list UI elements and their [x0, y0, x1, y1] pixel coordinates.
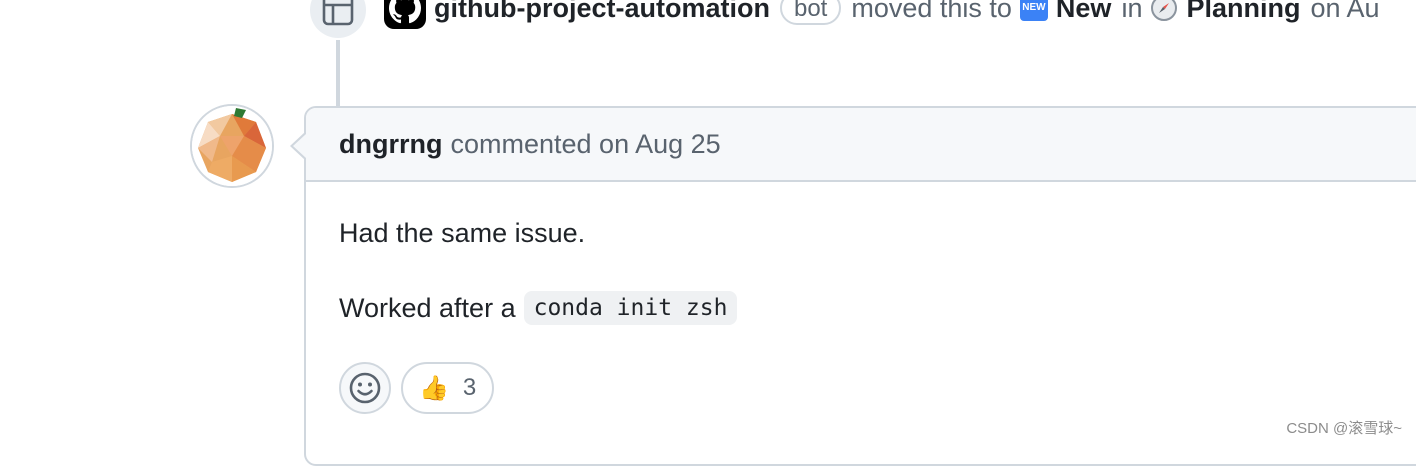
comment-box: dngrrng commented on Aug 25 Had the same… — [304, 106, 1416, 466]
reaction-count: 3 — [462, 374, 477, 401]
event-actor-link[interactable]: github-project-automation — [434, 0, 770, 24]
thumbs-up-icon: 👍 — [419, 374, 449, 402]
project-link[interactable]: Planning — [1186, 0, 1300, 24]
paragraph-text: Worked after a — [339, 292, 516, 323]
avatar[interactable] — [190, 104, 274, 188]
comment-caret-fill — [293, 134, 306, 158]
comment-author-link[interactable]: dngrrng — [339, 129, 442, 160]
inline-code: conda init zsh — [523, 291, 738, 325]
reaction-bar: 👍 3 — [339, 362, 495, 414]
project-event: github-project-automation bot moved this… — [384, 0, 1388, 30]
timeline-connector — [336, 40, 340, 106]
github-logo-icon[interactable] — [384, 0, 426, 29]
smiley-icon — [349, 372, 381, 404]
event-action-text: moved this to — [851, 0, 1012, 23]
column-name: New — [1055, 0, 1112, 23]
watermark: CSDN @滚雪球~ — [1286, 420, 1402, 437]
comment-paragraph: Worked after a conda init zsh — [339, 291, 738, 325]
bot-badge: bot — [779, 0, 842, 25]
thumbs-up-reaction-button[interactable]: 👍 3 — [401, 362, 495, 414]
comment-header: dngrrng commented on Aug 25 — [306, 108, 1416, 182]
new-emoji-icon: NEW — [1019, 0, 1048, 21]
comment-paragraph: Had the same issue. — [339, 218, 586, 248]
compass-icon — [1150, 0, 1178, 22]
project-table-icon — [310, 0, 366, 38]
event-date-text: on Au — [1310, 0, 1380, 23]
event-in-text: in — [1121, 0, 1143, 23]
comment-timestamp[interactable]: commented on Aug 25 — [450, 129, 720, 160]
add-reaction-button[interactable] — [339, 362, 391, 414]
